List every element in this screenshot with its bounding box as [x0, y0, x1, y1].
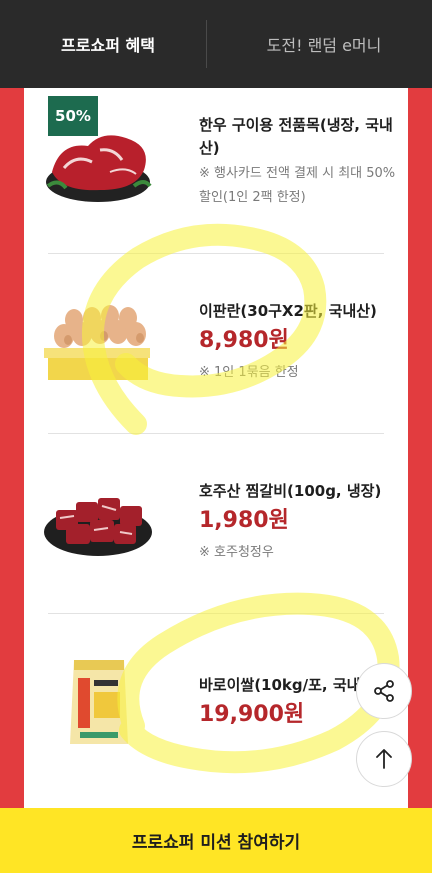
tab-proshopper-benefits[interactable]: 프로쇼퍼 혜택	[0, 0, 216, 88]
product-note: ※ 호주청정우	[199, 545, 274, 560]
beef-image	[46, 135, 152, 202]
scroll-top-button[interactable]	[356, 731, 412, 787]
divider	[48, 433, 384, 434]
arrow-up-icon	[376, 749, 392, 769]
share-icon	[374, 680, 394, 702]
product-price: 1,980원	[199, 508, 289, 533]
product-price: 8,980원	[199, 328, 289, 353]
product-name: 이판란(30구X2판, 국내산)	[199, 302, 377, 320]
product-note: ※ 행사카드 전액 결제 시 최대 50%할인(1인 2팩 한정)	[199, 166, 396, 205]
rice-bag-image	[70, 660, 128, 744]
product-2-info[interactable]: 이판란(30구X2판, 국내산) 8,980원 ※ 1인 1묶음 한정	[199, 300, 399, 385]
eggs-image	[44, 305, 150, 380]
divider	[48, 253, 384, 254]
product-name: 한우 구이용 전품목(냉장, 국내산)	[199, 116, 393, 157]
product-note: ※ 1인 1묶음 한정	[199, 365, 299, 380]
tab-random-emoney[interactable]: 도전! 랜덤 e머니	[216, 0, 432, 88]
product-3-info[interactable]: 호주산 찜갈비(100g, 냉장) 1,980원 ※ 호주청정우	[199, 480, 399, 565]
proshopper-mission-button[interactable]: 프로쇼퍼 미션 참여하기	[0, 808, 432, 873]
product-1-info[interactable]: 한우 구이용 전품목(냉장, 국내산) ※ 행사카드 전액 결제 시 최대 50…	[199, 114, 399, 210]
share-button[interactable]	[356, 663, 412, 719]
divider	[48, 613, 384, 614]
tab-bar: 프로쇼퍼 혜택 도전! 랜덤 e머니	[0, 0, 432, 88]
tab-divider	[206, 20, 207, 68]
product-name: 호주산 찜갈비(100g, 냉장)	[199, 482, 382, 500]
beef-ribs-image	[44, 498, 152, 556]
